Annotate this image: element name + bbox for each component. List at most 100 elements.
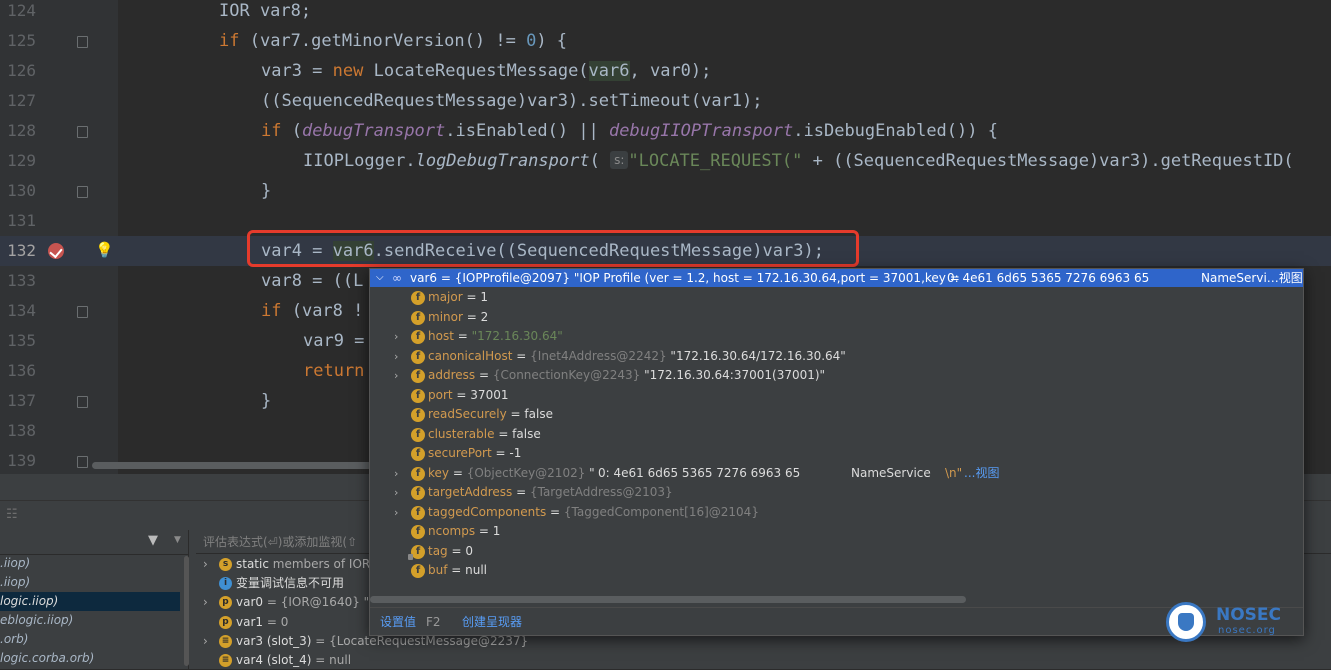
field-row[interactable]: › f address = {ConnectionKey@2243} "172.16…	[370, 366, 1303, 386]
field-name: buf	[428, 563, 448, 577]
line-number: 132	[7, 241, 36, 260]
line-number: 131	[7, 211, 36, 230]
variable-row[interactable]: › s static members of IOR	[196, 555, 370, 574]
field-ref: {ConnectionKey@2243}	[492, 368, 641, 382]
parameter-hint: s:	[610, 151, 629, 169]
variable-type-icon: s	[219, 558, 232, 571]
code-line[interactable]: 126 var3 = new LocateRequestMessage(var6…	[0, 56, 1331, 86]
field-ref: {ObjectKey@2102}	[466, 465, 586, 480]
view-link[interactable]: ...视图	[964, 464, 999, 484]
expand-arrow-icon[interactable]: ›	[203, 632, 208, 651]
field-row[interactable]: f port = 37001	[370, 386, 1303, 406]
fold-icon[interactable]	[77, 396, 88, 408]
fold-icon[interactable]	[77, 306, 88, 318]
variable-row[interactable]: ≡ var4 (slot_4) = null	[196, 651, 366, 670]
field-value: = false	[494, 426, 541, 441]
frame-item[interactable]: .iiop)	[0, 573, 180, 592]
variable-row[interactable]: i 变量调试信息不可用	[196, 574, 366, 593]
field-ref: {TaggedComponent[16]@2104}	[563, 504, 759, 519]
frame-item[interactable]: .iiop)	[0, 554, 180, 573]
code-line[interactable]: 127 ((SequencedRequestMessage)var3).setT…	[0, 86, 1331, 116]
field-row[interactable]: › f targetAddress = {TargetAddress@2103}	[370, 483, 1303, 503]
field-name: targetAddress	[428, 485, 513, 499]
field-value: = false	[506, 407, 553, 421]
field-ref: {Inet4Address@2242}	[530, 348, 667, 363]
code-line[interactable]: 124 IOR var8;	[0, 0, 1331, 26]
variable-row[interactable]: › p var0 = {IOR@1640} "w	[196, 593, 379, 612]
view-link[interactable]: NameServi…视图	[1201, 269, 1303, 287]
field-row[interactable]: f buf = null	[370, 561, 1303, 581]
line-number: 134	[7, 301, 36, 320]
code-line[interactable]: 129 IIOPLogger.logDebugTransport( s: "LOC…	[0, 146, 1331, 176]
chevron-down-icon[interactable]: ▼	[174, 535, 181, 545]
frame-item[interactable]: logic.corba.orb)	[0, 649, 180, 668]
field-icon: f	[411, 447, 425, 461]
popup-var-name: var6	[410, 271, 438, 285]
field-row[interactable]: › f canonicalHost = {Inet4Address@2242} "1…	[370, 347, 1303, 367]
lightbulb-icon[interactable]: 💡	[95, 240, 114, 260]
field-value: = 1	[475, 524, 501, 538]
breakpoint-icon[interactable]	[48, 243, 64, 259]
field-row[interactable]: f tag = 0	[370, 542, 1303, 562]
chevron-down-icon[interactable]: ⌵	[376, 269, 384, 287]
line-number: 130	[7, 181, 36, 200]
expand-arrow-icon[interactable]: ›	[203, 593, 208, 612]
code-line[interactable]: 130 }	[0, 176, 1331, 206]
filter-icon[interactable]: ▼	[148, 533, 158, 548]
logo-brand: NOSEC	[1216, 605, 1282, 625]
code-line[interactable]: 128 if (debugTransport.isEnabled() || de…	[0, 116, 1331, 146]
line-number: 128	[7, 121, 36, 140]
expand-arrow-icon[interactable]: ›	[394, 503, 398, 523]
line-number: 136	[7, 361, 36, 380]
field-name: clusterable	[428, 426, 495, 441]
code-line[interactable]: 125 if (var7.getMinorVersion() != 0) {	[0, 26, 1331, 56]
fold-icon[interactable]	[77, 456, 88, 468]
expand-arrow-icon[interactable]: ›	[394, 366, 398, 386]
field-row[interactable]: › f taggedComponents = {TaggedComponent[16…	[370, 503, 1303, 523]
fold-icon[interactable]	[77, 36, 88, 48]
frame-item[interactable]: .orb)	[0, 630, 180, 649]
field-value: = 0	[447, 543, 474, 558]
field-name: ncomps	[428, 524, 476, 538]
drag-handle-icon[interactable]: ☷	[6, 507, 18, 522]
line-number: 133	[7, 271, 36, 290]
field-icon: f	[408, 544, 425, 560]
variable-row[interactable]: p var1 = 0	[196, 613, 366, 632]
fold-icon[interactable]	[77, 186, 88, 198]
fold-icon[interactable]	[77, 126, 88, 138]
field-row[interactable]: f major = 1	[370, 288, 1303, 308]
variable-row[interactable]: › ≡ var3 (slot_3) = {LocateRequestMessage@…	[196, 632, 528, 651]
frame-item[interactable]: eblogic.iiop)	[0, 611, 180, 630]
field-row[interactable]: f clusterable = false	[370, 425, 1303, 445]
expand-arrow-icon[interactable]: ›	[394, 347, 398, 367]
field-row[interactable]: › f host = "172.16.30.64"	[370, 327, 1303, 347]
field-row[interactable]: f ncomps = 1	[370, 522, 1303, 542]
popup-header-row[interactable]: ⌵ ∞ var6 = {IOPProfile@2097} "IOP Profil…	[370, 269, 1303, 287]
frame-item-selected[interactable]: logic.iiop)	[0, 592, 180, 611]
expand-arrow-icon[interactable]: ›	[394, 483, 398, 503]
set-value-link[interactable]: 设置值	[380, 608, 416, 635]
field-value: = null	[447, 563, 488, 577]
field-name: taggedComponents	[428, 504, 547, 519]
expand-arrow-icon[interactable]: ›	[203, 555, 208, 574]
create-renderer-link[interactable]: 创建呈现器	[462, 608, 522, 635]
field-icon: f	[411, 291, 425, 305]
field-ref: {TargetAddress@2103}	[529, 485, 673, 499]
field-string: "172.16.30.64/172.16.30.64"	[666, 348, 846, 363]
field-name: host	[428, 329, 454, 343]
expand-arrow-icon[interactable]: ›	[394, 464, 398, 484]
field-icon: f	[411, 505, 425, 520]
object-icon: ∞	[392, 271, 402, 285]
field-row[interactable]: f securePort = -1	[370, 444, 1303, 464]
field-row[interactable]: f minor = 2	[370, 308, 1303, 328]
expand-arrow-icon[interactable]: ›	[394, 327, 398, 347]
field-row[interactable]: f readSecurely = false	[370, 405, 1303, 425]
frames-scrollbar[interactable]	[184, 556, 189, 666]
popup-horizontal-scrollbar[interactable]	[370, 596, 966, 603]
horizontal-scrollbar[interactable]	[92, 462, 372, 469]
field-icon: f	[411, 388, 425, 403]
field-row[interactable]: › f key = {ObjectKey@2102} " 0: 4e61 6d65 5…	[370, 464, 1303, 484]
line-number: 137	[7, 391, 36, 410]
popup-var-value: = {IOPProfile@2097} "IOP Profile (ver = …	[437, 271, 960, 285]
field-icon: f	[411, 330, 425, 344]
